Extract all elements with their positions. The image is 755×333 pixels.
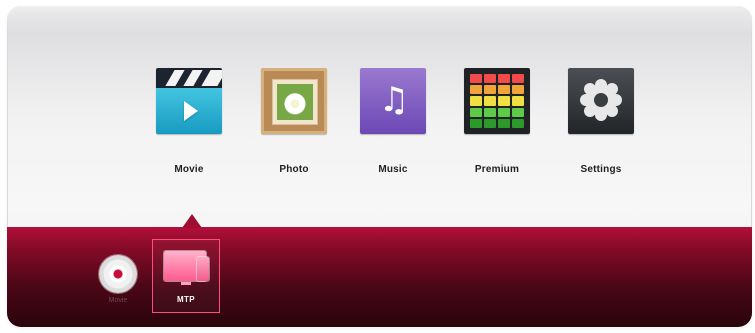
phone-icon — [197, 257, 209, 281]
music-icon: ♫ — [360, 68, 426, 134]
music-note-icon: ♫ — [378, 80, 410, 120]
selection-pointer-icon — [182, 214, 202, 228]
main-menu: Movie Photo ♫ Music Premium Settings — [147, 68, 647, 188]
premium-tile-yellow-3 — [498, 96, 510, 106]
premium-tile-yellow-4 — [512, 96, 524, 106]
premium-tile-yellow-2 — [484, 96, 496, 106]
device-bar: Movie MTP — [7, 227, 752, 327]
menu-item-premium[interactable]: Premium — [455, 68, 539, 188]
premium-tile-red-1 — [470, 74, 482, 84]
device-label-disc: Movie — [108, 297, 128, 304]
play-icon — [184, 101, 198, 121]
menu-item-photo[interactable]: Photo — [252, 68, 336, 188]
disc-icon[interactable] — [99, 255, 137, 293]
premium-tile-orange-2 — [484, 85, 496, 95]
frame-highlight — [7, 6, 752, 34]
premium-tile-green-3 — [498, 107, 510, 117]
premium-tile-green-2 — [484, 107, 496, 117]
premium-tile-darkgreen-4 — [512, 118, 524, 128]
device-item-mtp[interactable]: MTP — [152, 239, 220, 313]
premium-tile-orange-4 — [512, 85, 524, 95]
premium-tile-darkgreen-3 — [498, 118, 510, 128]
movie-icon — [156, 68, 222, 134]
menu-item-music[interactable]: ♫ Music — [351, 68, 435, 188]
photo-frame-icon — [261, 68, 327, 134]
premium-tile-green-4 — [512, 107, 524, 117]
premium-tile-yellow-1 — [470, 96, 482, 106]
menu-label-movie: Movie — [174, 164, 204, 175]
premium-tile-darkgreen-1 — [470, 118, 482, 128]
movie-clapper-icon — [156, 68, 222, 88]
menu-item-settings[interactable]: Settings — [559, 68, 643, 188]
photo-icon — [261, 68, 327, 134]
menu-label-music: Music — [378, 164, 408, 175]
gear-icon — [585, 84, 617, 116]
premium-tile-red-2 — [484, 74, 496, 84]
home-menu-frame: Movie Photo ♫ Music Premium Settings Mov… — [7, 6, 752, 327]
premium-tile-red-4 — [512, 74, 524, 84]
device-label-mtp: MTP — [176, 295, 196, 304]
photo-mat — [272, 79, 318, 125]
settings-icon — [568, 68, 634, 134]
menu-label-photo: Photo — [279, 164, 309, 175]
menu-item-movie[interactable]: Movie — [147, 68, 231, 188]
flower-photo-icon — [277, 84, 313, 120]
premium-tile-orange-3 — [498, 85, 510, 95]
premium-grid-icon — [464, 68, 530, 134]
premium-tile-darkgreen-2 — [484, 118, 496, 128]
premium-tile-red-3 — [498, 74, 510, 84]
premium-tile-orange-1 — [470, 85, 482, 95]
menu-label-premium: Premium — [474, 164, 520, 175]
premium-icon — [464, 68, 530, 134]
premium-tile-green-1 — [470, 107, 482, 117]
monitor-stand-icon — [181, 282, 191, 285]
menu-label-settings: Settings — [580, 164, 622, 175]
